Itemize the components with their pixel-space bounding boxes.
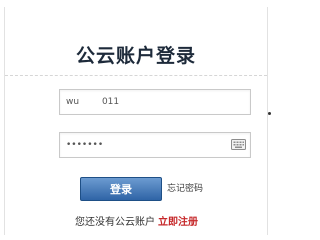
register-prompt-text: 您还没有公云账户 xyxy=(75,217,155,228)
divider xyxy=(5,75,267,76)
edge-marker xyxy=(268,112,271,115)
password-field[interactable] xyxy=(59,132,251,158)
register-link[interactable]: 立即注册 xyxy=(158,217,198,228)
password-input[interactable] xyxy=(60,133,226,157)
login-panel: 公云账户登录 登录 忘记密码 您还没有公云账户立即注册 xyxy=(4,7,268,235)
keyboard-icon[interactable] xyxy=(231,139,246,150)
forgot-password-link[interactable]: 忘记密码 xyxy=(167,183,203,195)
login-title: 公云账户登录 xyxy=(75,45,196,67)
username-field[interactable] xyxy=(59,89,251,115)
username-input[interactable] xyxy=(60,90,226,114)
login-button[interactable]: 登录 xyxy=(80,177,162,201)
register-prompt: 您还没有公云账户 立即注册 xyxy=(75,216,198,230)
